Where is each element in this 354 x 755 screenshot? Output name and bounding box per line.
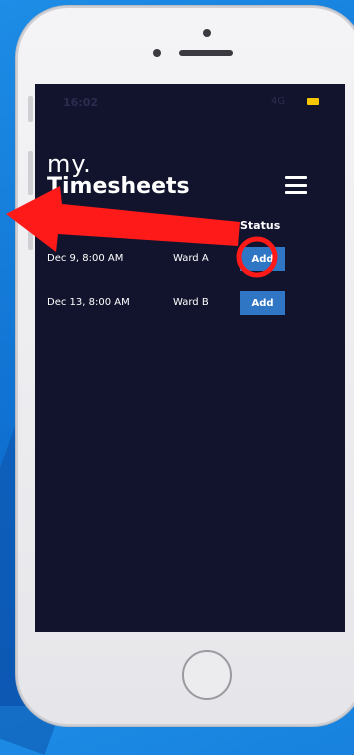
add-button[interactable]: Add [240, 247, 285, 271]
volume-up-button [28, 151, 33, 195]
column-header-status: Status [240, 219, 281, 232]
row-ward: Ward B [173, 297, 209, 308]
front-camera [203, 29, 211, 37]
app-screen: 16:02 4G my. Timesheets Ward Status Dec … [35, 84, 345, 632]
earpiece-speaker [179, 50, 233, 56]
status-bar: 16:02 4G [35, 84, 345, 114]
add-button[interactable]: Add [240, 291, 285, 315]
mute-switch [28, 96, 33, 122]
network-indicator: 4G [271, 96, 286, 107]
table-row: Dec 13, 8:00 AM Ward B Add [35, 291, 345, 315]
row-date: Dec 9, 8:00 AM [47, 253, 124, 264]
hamburger-menu-icon[interactable] [285, 176, 307, 194]
row-ward: Ward A [173, 253, 209, 264]
home-button[interactable] [182, 650, 232, 700]
sensor [153, 49, 161, 57]
row-date: Dec 13, 8:00 AM [47, 297, 130, 308]
table-row: Dec 9, 8:00 AM Ward A Add [35, 247, 345, 271]
battery-icon [307, 98, 319, 105]
app-title: Timesheets [47, 174, 190, 199]
column-header-ward: Ward [173, 219, 206, 232]
status-time: 16:02 [63, 96, 99, 109]
volume-down-button [28, 206, 33, 250]
